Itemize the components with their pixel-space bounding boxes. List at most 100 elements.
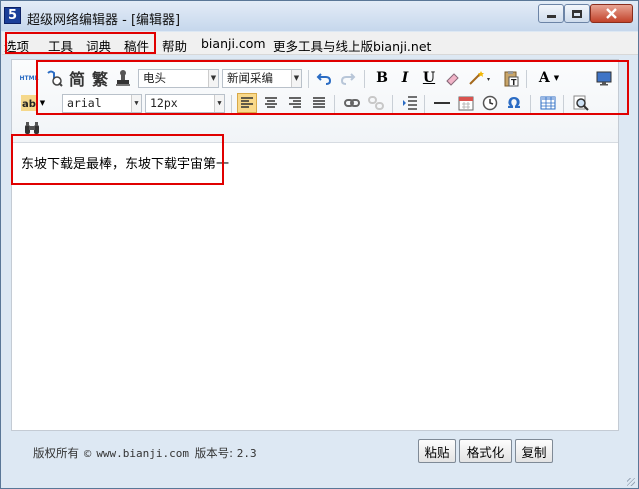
editor-toolbar: HTML 简 繁 电头 ▼ 新闻采编 ▼ B I U T A ▼ ab ▼ ar… xyxy=(12,60,618,143)
italic-button[interactable]: I xyxy=(395,68,415,88)
search-icon xyxy=(573,95,589,111)
menu-bar: 选项 工具 词典 稿件 帮助 bianji.com 更多工具与线上版bianji… xyxy=(2,32,638,55)
justify-button[interactable] xyxy=(309,93,329,113)
traditional-chinese-button[interactable]: 繁 xyxy=(90,68,110,89)
toolbar-divider xyxy=(530,95,531,113)
format-painter-button[interactable] xyxy=(467,68,493,88)
highlight-icon: ab xyxy=(20,95,37,111)
dropdown-arrow-icon: ▼ xyxy=(208,70,218,87)
preview-button[interactable] xyxy=(594,68,614,88)
minimize-icon xyxy=(546,15,556,18)
align-center-icon xyxy=(265,97,277,108)
maximize-button[interactable] xyxy=(564,4,590,23)
insert-time-button[interactable] xyxy=(480,93,500,113)
menu-help[interactable]: 帮助 xyxy=(162,36,187,55)
copy-button[interactable]: 复制 xyxy=(515,439,553,463)
magic-wand-icon xyxy=(469,71,490,85)
link-icon xyxy=(344,99,360,107)
bold-button[interactable]: B xyxy=(372,68,392,88)
highlight-color-button[interactable]: ab ▼ xyxy=(18,93,48,113)
menu-bianji-com[interactable]: bianji.com xyxy=(201,36,266,51)
horizontal-rule-button[interactable] xyxy=(432,93,452,113)
html-source-icon: HTML xyxy=(19,74,39,82)
eraser-icon xyxy=(446,73,459,86)
copyright-icon: © xyxy=(82,449,93,460)
spell-check-icon xyxy=(47,70,63,87)
dropdown-arrow-icon: ▼ xyxy=(291,70,301,87)
table-icon xyxy=(540,96,556,110)
text-color-icon: A xyxy=(538,70,550,86)
format-button[interactable]: 格式化 xyxy=(459,439,512,463)
menu-manuscript[interactable]: 稿件 xyxy=(124,36,149,55)
title-bar[interactable]: 5 超级网络编辑器 - [编辑器] xyxy=(1,1,638,31)
maximize-icon xyxy=(572,9,582,18)
insert-link-button[interactable] xyxy=(342,93,362,113)
indent-icon xyxy=(403,96,417,110)
menu-more-tools[interactable]: 更多工具与线上版bianji.net xyxy=(273,36,431,55)
resize-grip-icon[interactable] xyxy=(627,478,635,486)
version-number: 2.3 xyxy=(236,447,257,460)
template-value: 新闻采编 xyxy=(227,71,273,85)
menu-dictionary[interactable]: 词典 xyxy=(86,36,111,55)
paste-text-icon: T xyxy=(504,70,519,87)
template-select[interactable]: 新闻采编 ▼ xyxy=(222,69,302,88)
horizontal-rule-icon xyxy=(434,102,450,104)
font-family-select[interactable]: arial ▼ xyxy=(62,94,142,113)
html-source-button[interactable]: HTML xyxy=(18,68,40,88)
close-button[interactable] xyxy=(590,4,633,23)
toolbar-divider xyxy=(424,95,425,113)
minimize-button[interactable] xyxy=(538,4,564,23)
indent-button[interactable] xyxy=(400,93,420,113)
copyright-prefix: 版权所有 xyxy=(33,446,79,460)
paste-button[interactable]: 粘贴 xyxy=(418,439,456,463)
clock-icon xyxy=(482,95,498,111)
unlink-button[interactable] xyxy=(366,93,386,113)
traditional-chinese-icon: 繁 xyxy=(91,70,108,89)
stamp-icon xyxy=(116,70,130,86)
justify-icon xyxy=(313,97,325,108)
menu-options[interactable]: 选项 xyxy=(4,36,29,55)
align-right-button[interactable] xyxy=(285,93,305,113)
undo-icon xyxy=(316,73,332,85)
editor-content-area[interactable]: 东坡下载是最棒，东坡下载宇宙第一 xyxy=(12,144,618,430)
find-replace-button[interactable] xyxy=(22,118,42,138)
toolbar-divider xyxy=(526,70,527,88)
headline-style-select[interactable]: 电头 ▼ xyxy=(138,69,219,88)
align-center-button[interactable] xyxy=(261,93,281,113)
align-left-icon xyxy=(241,97,253,108)
svg-text:T: T xyxy=(511,78,517,87)
omega-icon: Ω xyxy=(507,94,521,112)
paste-text-button[interactable]: T xyxy=(501,68,521,88)
eraser-button[interactable] xyxy=(443,68,463,88)
underline-button[interactable]: U xyxy=(419,68,439,88)
insert-table-button[interactable] xyxy=(538,93,558,113)
copyright-line: 版权所有 © www.bianji.com 版本号: 2.3 xyxy=(33,445,257,461)
undo-button[interactable] xyxy=(314,68,334,88)
stamp-button[interactable] xyxy=(113,68,133,88)
text-color-button[interactable]: A ▼ xyxy=(534,68,564,88)
redo-button[interactable] xyxy=(338,68,358,88)
toolbar-divider xyxy=(563,95,564,113)
copyright-site: www.bianji.com xyxy=(96,447,190,460)
simplified-chinese-button[interactable]: 简 xyxy=(67,68,87,89)
redo-icon xyxy=(340,73,356,85)
chevron-down-icon: ▼ xyxy=(39,99,46,107)
version-label: 版本号: xyxy=(194,446,234,460)
calendar-icon xyxy=(458,96,474,111)
toolbar-divider xyxy=(364,70,365,88)
font-size-select[interactable]: 12px ▼ xyxy=(145,94,225,113)
insert-date-button[interactable] xyxy=(456,93,476,113)
align-left-button[interactable] xyxy=(237,93,257,113)
toolbar-divider xyxy=(231,95,232,113)
find-button[interactable] xyxy=(571,93,591,113)
special-character-button[interactable]: Ω xyxy=(504,93,524,113)
font-size-value: 12px xyxy=(150,96,178,110)
underline-icon: U xyxy=(422,70,436,86)
toolbar-divider xyxy=(334,95,335,113)
spell-check-button[interactable] xyxy=(44,68,64,88)
italic-icon: I xyxy=(401,70,409,86)
chevron-down-icon: ▼ xyxy=(553,74,560,82)
status-bar xyxy=(1,478,638,488)
menu-tools[interactable]: 工具 xyxy=(48,36,73,55)
toolbar-divider xyxy=(308,70,309,88)
